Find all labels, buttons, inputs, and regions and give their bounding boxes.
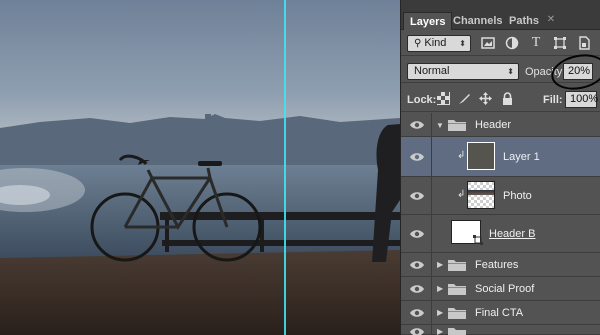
image-filter-icon[interactable] — [481, 36, 495, 50]
dropdown-arrow-icon: ⬍ — [459, 39, 466, 48]
column-divider — [431, 325, 432, 334]
layer-group-partial[interactable]: ▶ — [401, 325, 600, 335]
layer-row-header-b[interactable]: Header B — [401, 215, 600, 253]
blend-mode-select[interactable]: Normal ⬍ — [407, 63, 519, 80]
lock-label: Lock: — [407, 94, 437, 106]
column-divider — [431, 301, 432, 324]
column-divider — [431, 253, 432, 276]
visibility-eye-icon[interactable] — [409, 120, 425, 130]
layer-name[interactable]: Header B — [489, 228, 535, 240]
guide-line[interactable] — [284, 0, 286, 335]
layer-thumbnail — [467, 142, 495, 170]
folder-icon — [448, 327, 466, 335]
fill-input[interactable]: 100% — [565, 91, 598, 108]
shape-filter-icon[interactable] — [553, 36, 567, 50]
layer-group-social-proof[interactable]: ▶ Social Proof — [401, 277, 600, 301]
layer-row-photo[interactable]: ↲ Photo — [401, 177, 600, 215]
search-icon: ⚲ — [414, 38, 422, 49]
clipping-mask-icon: ↲ — [457, 189, 466, 200]
layer-name[interactable]: Social Proof — [475, 283, 534, 295]
dropdown-arrow-icon: ⬍ — [507, 67, 514, 76]
layer-name[interactable]: Features — [475, 259, 518, 271]
layers-list: ▼ Header ↲ Layer 1 ↲ Photo Header B ▶ Fe… — [401, 113, 600, 335]
fill-label: Fill: — [543, 94, 563, 106]
panel-tab-bar: Layers Channels Paths ✕ — [401, 0, 600, 30]
layer-name[interactable]: Layer 1 — [503, 151, 540, 163]
layer-thumbnail — [467, 181, 495, 209]
collapsed-triangle-icon[interactable]: ▶ — [437, 284, 443, 293]
layer-filter-row: ⚲ Kind ⬍ T — [401, 30, 600, 56]
folder-icon — [448, 259, 466, 271]
layer-name[interactable]: Photo — [503, 190, 532, 202]
layer-group-header[interactable]: ▼ Header — [401, 113, 600, 137]
close-icon[interactable]: ✕ — [545, 14, 557, 26]
expanded-triangle-icon[interactable]: ▼ — [436, 121, 444, 130]
folder-icon — [448, 307, 466, 319]
folder-icon — [448, 283, 466, 295]
visibility-eye-icon[interactable] — [409, 284, 425, 294]
adjustment-filter-icon[interactable] — [505, 36, 519, 50]
folder-icon — [448, 119, 466, 131]
column-divider — [431, 215, 432, 252]
document-canvas[interactable] — [0, 0, 400, 335]
tab-paths[interactable]: Paths — [503, 12, 545, 30]
layer-row-layer-1[interactable]: ↲ Layer 1 — [401, 137, 600, 177]
layer-name[interactable]: Final CTA — [475, 307, 523, 319]
visibility-eye-icon[interactable] — [409, 152, 425, 162]
collapsed-triangle-icon[interactable]: ▶ — [437, 260, 443, 269]
column-divider — [431, 177, 432, 214]
filter-kind-label: Kind — [424, 37, 447, 49]
lock-all-icon[interactable] — [501, 92, 514, 105]
visibility-eye-icon[interactable] — [409, 308, 425, 318]
lock-fill-row: Lock: Fill: 100% — [401, 86, 600, 112]
lock-position-icon[interactable] — [479, 92, 492, 105]
column-divider — [431, 113, 432, 136]
layer-group-features[interactable]: ▶ Features — [401, 253, 600, 277]
filter-kind-select[interactable]: ⚲ Kind ⬍ — [407, 35, 471, 52]
visibility-eye-icon[interactable] — [409, 260, 425, 270]
visibility-eye-icon[interactable] — [409, 229, 425, 239]
layer-group-final-cta[interactable]: ▶ Final CTA — [401, 301, 600, 325]
column-divider — [431, 137, 432, 176]
collapsed-triangle-icon[interactable]: ▶ — [437, 308, 443, 317]
clipping-mask-icon: ↲ — [457, 150, 466, 161]
vector-mask-icon — [473, 235, 483, 245]
column-divider — [431, 277, 432, 300]
tab-layers[interactable]: Layers — [403, 12, 453, 30]
lock-transparency-icon[interactable] — [437, 92, 450, 105]
collapsed-triangle-icon[interactable]: ▶ — [437, 327, 443, 335]
visibility-eye-icon[interactable] — [409, 327, 425, 335]
lock-image-icon[interactable] — [458, 92, 471, 105]
type-filter-icon[interactable]: T — [529, 36, 543, 50]
bicycle-photo — [0, 114, 400, 335]
visibility-eye-icon[interactable] — [409, 191, 425, 201]
tab-channels[interactable]: Channels — [447, 12, 509, 30]
layer-name[interactable]: Header — [475, 119, 511, 131]
layers-panel: Layers Channels Paths ✕ ⚲ Kind ⬍ T Norma… — [400, 0, 600, 335]
smart-object-filter-icon[interactable] — [577, 36, 591, 50]
blend-mode-value: Normal — [414, 65, 450, 77]
